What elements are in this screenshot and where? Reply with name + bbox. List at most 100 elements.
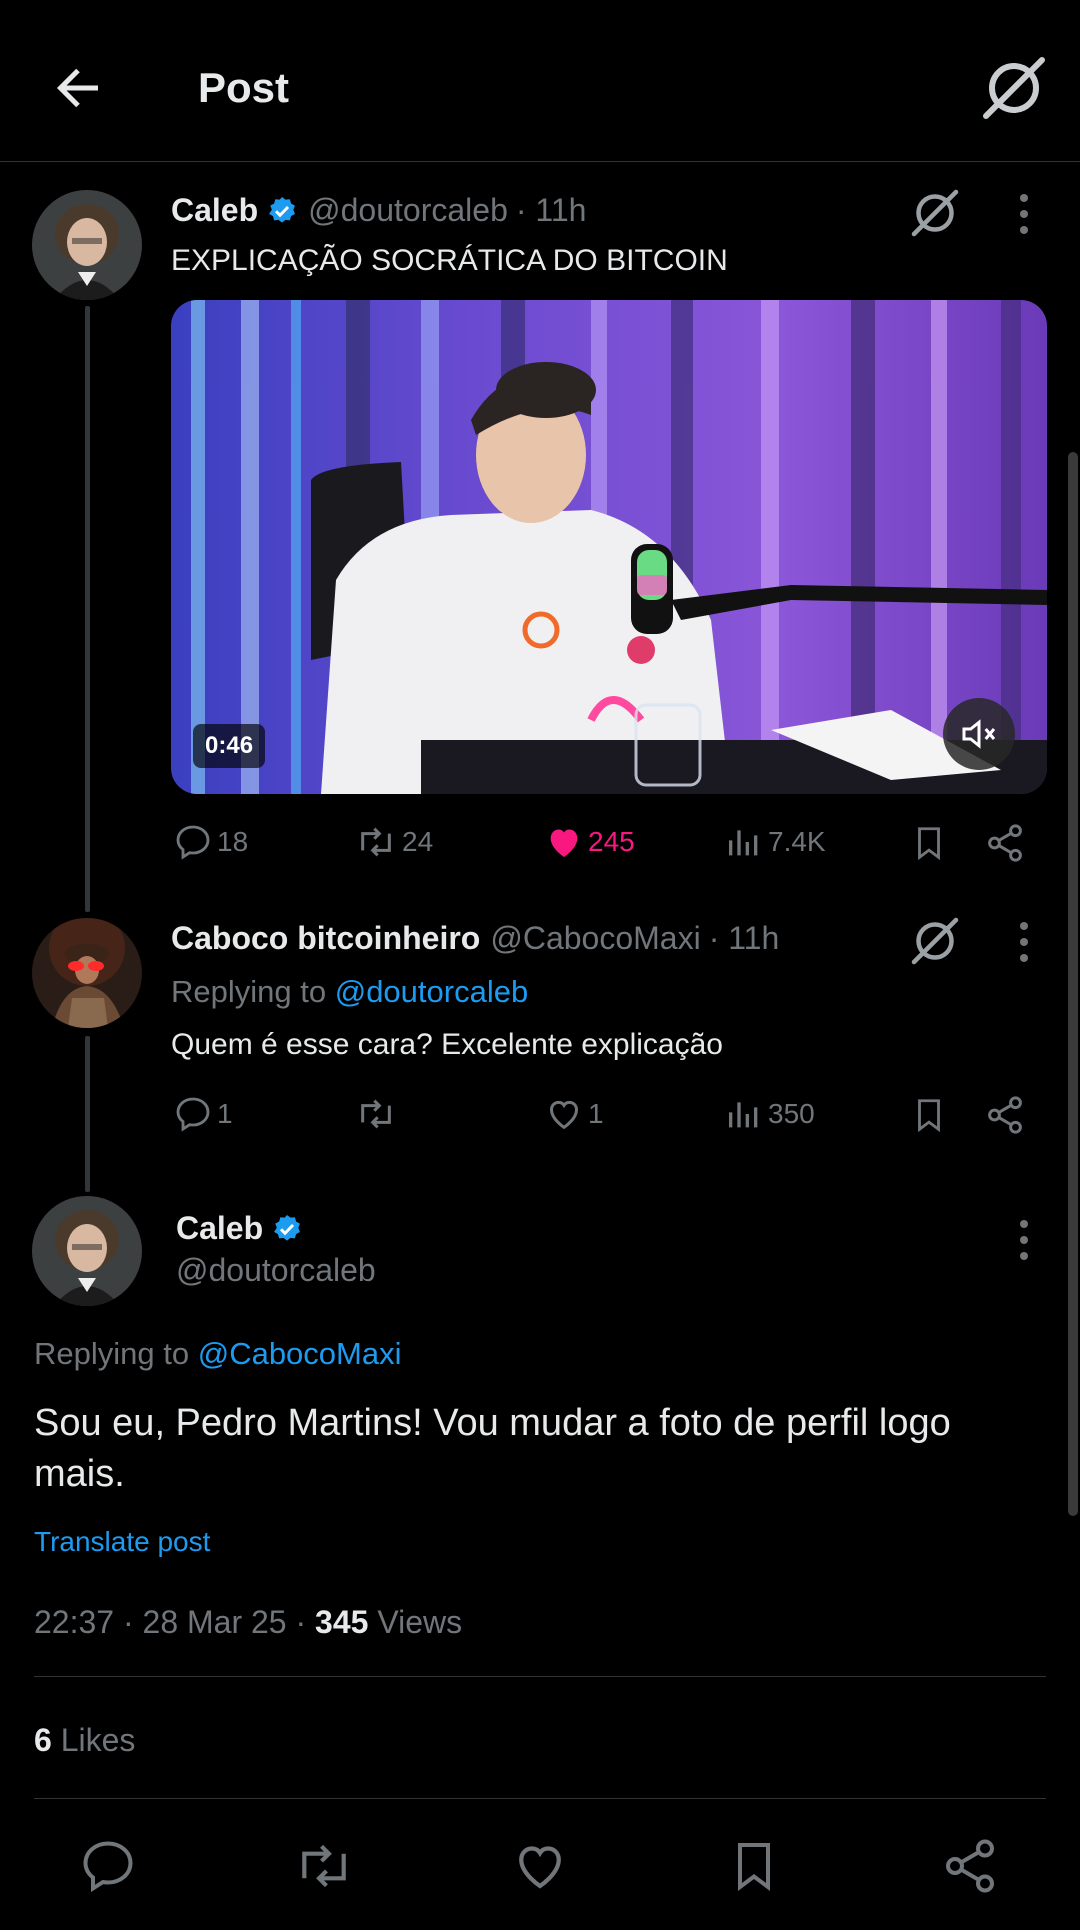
- post-time: · 11h: [515, 192, 587, 228]
- views-count: 345: [315, 1604, 369, 1640]
- likes-count: 6: [34, 1722, 52, 1758]
- post-meta: 22:37 · 28 Mar 25 · 345 Views: [34, 1604, 462, 1641]
- bookmark-button[interactable]: [726, 1836, 786, 1896]
- reply-button[interactable]: 18: [173, 822, 248, 862]
- divider: [34, 1676, 1046, 1677]
- volume-mute-icon: [962, 719, 996, 749]
- main-tweet-text: Sou eu, Pedro Martins! Vou mudar a foto …: [34, 1402, 951, 1495]
- like-button[interactable]: [510, 1836, 570, 1896]
- repost-icon: [361, 827, 391, 857]
- like-count: 245: [588, 826, 635, 857]
- tweet-header: Caboco bitcoinheiro @CabocoMaxi · 11h: [171, 920, 779, 957]
- analytics-icon: [729, 1102, 758, 1128]
- bookmark-button[interactable]: [910, 1094, 952, 1136]
- like-count: 1: [588, 1098, 604, 1129]
- grok-button[interactable]: [978, 52, 1050, 124]
- heart-filled-icon: [550, 829, 578, 857]
- tweet-text: EXPLICAÇÃO SOCRÁTICA DO BITCOIN: [171, 244, 728, 277]
- replying-prefix: Replying to: [171, 974, 327, 1009]
- share-icon: [988, 1096, 1022, 1134]
- bookmark-icon: [918, 827, 940, 861]
- reply-button[interactable]: [78, 1836, 138, 1896]
- verified-badge-icon: [274, 1214, 301, 1241]
- views-label: Views: [377, 1604, 463, 1640]
- author-handle[interactable]: @doutorcaleb: [308, 192, 508, 229]
- grok-button[interactable]: [908, 186, 962, 240]
- more-options-button[interactable]: [1016, 1218, 1032, 1262]
- repost-button[interactable]: [292, 1836, 352, 1896]
- views-count: 350: [768, 1098, 815, 1129]
- views-count: 7.4K: [768, 826, 826, 857]
- thread-line: [85, 1036, 90, 1192]
- avatar[interactable]: [32, 1196, 142, 1306]
- video-thumbnail: [171, 300, 1047, 794]
- grok-icon: [911, 189, 959, 237]
- author-name[interactable]: Caleb: [171, 192, 258, 229]
- author-handle[interactable]: @CabocoMaxi: [490, 920, 700, 957]
- bookmark-icon: [738, 1843, 770, 1891]
- more-options-button[interactable]: [1016, 920, 1032, 964]
- like-button[interactable]: 1: [544, 1094, 604, 1134]
- back-button[interactable]: [48, 58, 108, 118]
- mention-link[interactable]: @doutorcaleb: [335, 974, 528, 1009]
- video-player[interactable]: 0:46: [171, 300, 1047, 794]
- likes-stat[interactable]: 6 Likes: [34, 1722, 135, 1759]
- scrollbar[interactable]: [1068, 452, 1078, 1516]
- reply-count: 18: [217, 826, 249, 857]
- share-icon: [988, 824, 1022, 862]
- share-button[interactable]: [940, 1836, 1000, 1896]
- main-author: Caleb: [176, 1210, 303, 1247]
- mute-button[interactable]: [943, 698, 1015, 770]
- repost-icon: [302, 1844, 346, 1888]
- grok-icon: [911, 917, 959, 965]
- post-time: · 11h: [708, 920, 780, 956]
- repost-icon: [361, 1099, 391, 1129]
- mention-link[interactable]: @CabocoMaxi: [198, 1336, 402, 1371]
- replying-prefix: Replying to: [34, 1336, 190, 1371]
- bookmark-icon: [918, 1099, 940, 1133]
- more-vertical-icon: [1020, 194, 1028, 234]
- likes-label: Likes: [60, 1722, 136, 1758]
- more-vertical-icon: [1020, 922, 1028, 962]
- more-options-button[interactable]: [1016, 192, 1032, 236]
- author-name[interactable]: Caleb: [176, 1210, 263, 1247]
- comment-icon: [83, 1841, 133, 1893]
- repost-button[interactable]: [354, 1094, 402, 1134]
- share-button[interactable]: [984, 822, 1030, 864]
- reply-count: 1: [217, 1098, 233, 1129]
- header-bar: Post: [0, 0, 1080, 162]
- arrow-left-icon: [56, 68, 98, 108]
- translate-post-link[interactable]: Translate post: [34, 1526, 210, 1558]
- comment-icon: [176, 825, 210, 860]
- more-vertical-icon: [1020, 1220, 1028, 1260]
- replying-to: Replying to @doutorcaleb: [171, 974, 528, 1010]
- views-button[interactable]: 7.4K: [724, 822, 826, 862]
- share-icon: [946, 1839, 994, 1893]
- replying-to: Replying to @CabocoMaxi: [34, 1336, 402, 1372]
- tweet-text: Quem é esse cara? Excelente explicação: [171, 1028, 723, 1061]
- verified-badge-icon: [269, 196, 296, 223]
- author-handle[interactable]: @doutorcaleb: [176, 1252, 376, 1289]
- comment-icon: [176, 1097, 210, 1132]
- analytics-icon: [729, 830, 758, 856]
- avatar[interactable]: [32, 918, 142, 1028]
- divider: [34, 1798, 1046, 1799]
- timestamp: 22:37 · 28 Mar 25 ·: [34, 1604, 307, 1640]
- grok-icon: [983, 57, 1045, 119]
- heart-icon: [519, 1846, 561, 1889]
- main-handle: @doutorcaleb: [176, 1252, 376, 1289]
- avatar[interactable]: [32, 190, 142, 300]
- thread-line: [85, 306, 90, 912]
- repost-count: 24: [402, 826, 434, 857]
- share-button[interactable]: [984, 1094, 1030, 1136]
- like-button[interactable]: 245: [544, 822, 635, 862]
- views-button[interactable]: 350: [724, 1094, 815, 1134]
- grok-button[interactable]: [908, 914, 962, 968]
- author-name[interactable]: Caboco bitcoinheiro: [171, 920, 480, 957]
- video-duration: 0:46: [193, 724, 266, 768]
- reply-button[interactable]: 1: [173, 1094, 233, 1134]
- bookmark-button[interactable]: [910, 822, 952, 864]
- heart-icon: [549, 1100, 579, 1130]
- tweet-header: Caleb @doutorcaleb · 11h: [171, 192, 586, 229]
- repost-button[interactable]: 24: [354, 822, 433, 862]
